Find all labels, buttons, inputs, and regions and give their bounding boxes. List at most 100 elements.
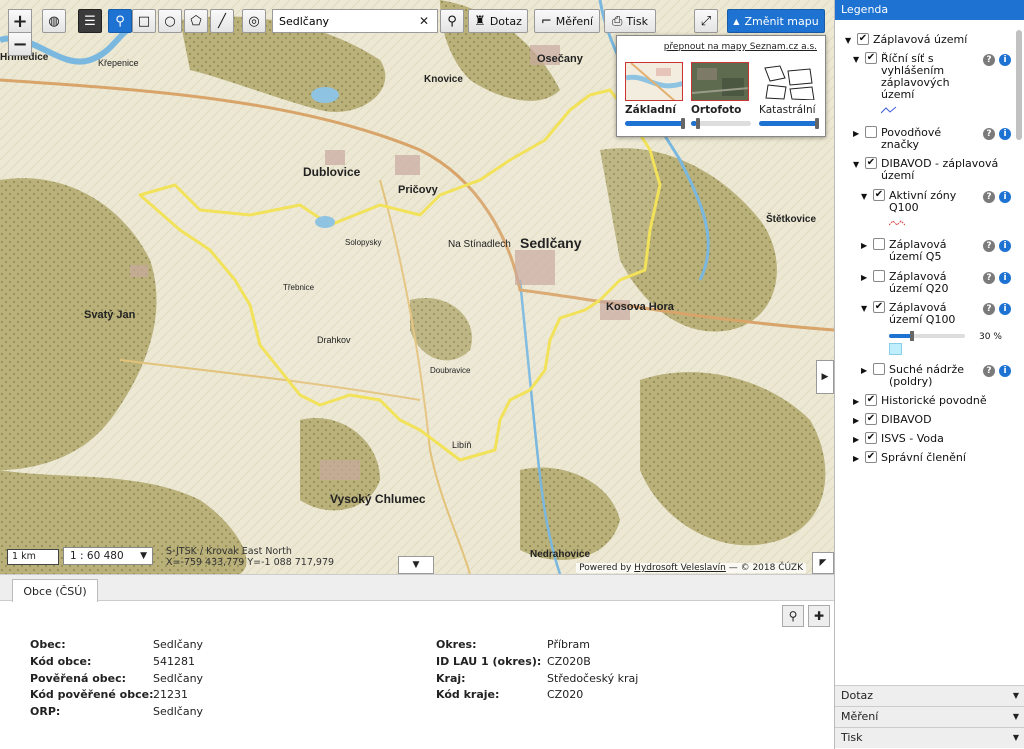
attr-value: 21231	[153, 688, 188, 701]
info-icon[interactable]: i	[999, 240, 1011, 252]
legend-item-spravni-cleneni[interactable]: ▶ ✔ Správní členění	[853, 451, 1018, 465]
layer-checkbox[interactable]: ✔	[865, 157, 877, 169]
clear-search-icon[interactable]: ✕	[417, 14, 431, 28]
basemap-name: Katastrální	[759, 104, 816, 116]
caret-right-icon[interactable]: ▶	[853, 415, 859, 427]
caret-right-icon[interactable]: ▶	[861, 240, 867, 252]
basemap-zakladni[interactable]: Základní	[625, 62, 685, 132]
point-tool-button[interactable]: ⚲	[108, 9, 132, 33]
layer-checkbox[interactable]: ✔	[857, 33, 869, 45]
legend-item-ricni-sit[interactable]: ▼ ✔ Říční síť s vyhlášením záplavových ú…	[853, 52, 1018, 116]
rectangle-tool-button[interactable]: □	[132, 9, 156, 33]
info-icon[interactable]: i	[999, 303, 1011, 315]
layer-checkbox[interactable]	[865, 126, 877, 138]
help-icon[interactable]: ?	[983, 54, 995, 66]
legend-item-povodnove-znacky[interactable]: ▶ Povodňové značky ? i	[853, 126, 1018, 152]
switch-map-button[interactable]: ▲ Změnit mapu	[727, 9, 825, 33]
caret-right-icon[interactable]: ▶	[853, 434, 859, 446]
help-icon[interactable]: ?	[983, 191, 995, 203]
basemap-ortofoto[interactable]: Ortofoto	[691, 62, 751, 132]
layer-checkbox[interactable]: ✔	[873, 301, 885, 313]
legend-item-dibavod[interactable]: ▶ ✔ DIBAVOD	[853, 413, 1018, 427]
layer-checkbox[interactable]	[873, 270, 885, 282]
map-view[interactable]: Hřimědice Křepenice Knovice Osečany Dubl…	[0, 0, 834, 574]
accordion-mereni[interactable]: Měření ▼	[835, 706, 1024, 727]
caret-right-icon[interactable]: ▶	[861, 365, 867, 377]
tab-obce[interactable]: Obce (ČSÚ)	[12, 579, 98, 602]
info-icon[interactable]: i	[999, 54, 1011, 66]
circle-tool-button[interactable]: ○	[158, 9, 182, 33]
place-label: Vysoký Chlumec	[330, 492, 426, 506]
zoom-to-feature-button[interactable]: ⚲	[782, 605, 804, 627]
legend-item-zaplavova-q5[interactable]: ▶ Záplavová území Q5 ? i	[861, 238, 1021, 264]
layer-checkbox[interactable]: ✔	[865, 394, 877, 406]
line-tool-button[interactable]: ╱	[210, 9, 234, 33]
legend-item-zaplavova-q20[interactable]: ▶ Záplavová území Q20 ? i	[861, 270, 1021, 296]
layer-checkbox[interactable]: ✔	[865, 52, 877, 64]
layer-checkbox[interactable]: ✔	[865, 432, 877, 444]
help-icon[interactable]: ?	[983, 303, 995, 315]
caret-right-icon[interactable]: ▶	[853, 396, 859, 408]
layer-checkbox[interactable]	[873, 363, 885, 375]
opacity-slider[interactable]	[759, 118, 819, 129]
legend-item-dibavod-zaplavova[interactable]: ▼ ✔ DIBAVOD - záplavová území	[853, 157, 1018, 183]
info-icon[interactable]: i	[999, 272, 1011, 284]
caret-down-icon[interactable]: ▼	[853, 54, 859, 66]
zoom-out-button[interactable]: −	[8, 32, 32, 56]
layers-menu-button[interactable]: ☰	[78, 9, 102, 33]
help-icon[interactable]: ?	[983, 365, 995, 377]
layer-checkbox[interactable]	[873, 238, 885, 250]
caret-right-icon[interactable]: ▶	[861, 272, 867, 284]
caret-down-icon[interactable]: ▼	[853, 159, 859, 171]
legend-item-zaplavova-uzemi[interactable]: ▼ ✔ Záplavová území	[845, 33, 1015, 47]
search-box[interactable]: ✕	[272, 9, 438, 33]
basemap-thumbnail[interactable]	[691, 62, 749, 101]
measure-button[interactable]: ⌐ Měření	[534, 9, 600, 33]
query-button[interactable]: ♜ Dotaz	[468, 9, 528, 33]
print-button[interactable]: ⎙ Tisk	[604, 9, 656, 33]
layer-opacity-slider[interactable]	[889, 331, 965, 341]
attribution: Powered by Hydrosoft Veleslavín — © 2018…	[576, 563, 806, 573]
fullscreen-button[interactable]: ⤢	[694, 9, 718, 33]
legend-item-suche-nadrze[interactable]: ▶ Suché nádrže (poldry) ? i	[861, 363, 1021, 389]
caret-down-icon[interactable]: ▼	[845, 35, 851, 47]
legend-item-isvs-voda[interactable]: ▶ ✔ ISVS - Voda	[853, 432, 1018, 446]
caret-right-icon[interactable]: ▶	[853, 453, 859, 465]
globe-button[interactable]: ◍	[42, 9, 66, 33]
pan-to-feature-button[interactable]: ✚	[808, 605, 830, 627]
expand-legend-button[interactable]: ▶	[816, 360, 834, 394]
caret-down-icon[interactable]: ▼	[861, 191, 867, 203]
scale-select[interactable]: 1 : 60 480 ▼	[63, 547, 153, 565]
opacity-slider[interactable]	[691, 118, 751, 129]
polygon-tool-button[interactable]: ⬠	[184, 9, 208, 33]
basemap-thumbnail[interactable]	[625, 62, 683, 101]
zoom-in-button[interactable]: +	[8, 9, 32, 33]
legend-item-zaplavova-q100[interactable]: ▼ ✔ Záplavová území Q100 ? i 30 %	[861, 301, 1021, 357]
attribution-link[interactable]: Hydrosoft Veleslavín	[634, 563, 726, 573]
help-icon[interactable]: ?	[983, 128, 995, 140]
layer-checkbox[interactable]: ✔	[865, 413, 877, 425]
accordion-dotaz[interactable]: Dotaz ▼	[835, 685, 1024, 706]
legend-item-aktivni-zony-q100[interactable]: ▼ ✔ Aktivní zóny Q100 ? i	[861, 189, 1021, 229]
locate-button[interactable]: ◎	[242, 9, 266, 33]
info-icon[interactable]: i	[999, 128, 1011, 140]
overview-toggle-button[interactable]: ◤	[812, 552, 834, 574]
basemap-thumbnail[interactable]	[759, 62, 817, 101]
expand-bottom-panel-button[interactable]: ▼	[398, 556, 434, 574]
accordion-tisk[interactable]: Tisk ▼	[835, 727, 1024, 748]
search-button[interactable]: ⚲	[440, 9, 464, 33]
attr-key: ID LAU 1 (okres):	[436, 655, 542, 668]
caret-right-icon[interactable]: ▶	[853, 128, 859, 140]
caret-down-icon[interactable]: ▼	[861, 303, 867, 315]
info-icon[interactable]: i	[999, 191, 1011, 203]
help-icon[interactable]: ?	[983, 272, 995, 284]
search-input[interactable]	[279, 14, 417, 28]
opacity-slider[interactable]	[625, 118, 685, 129]
legend-item-historicke-povodne[interactable]: ▶ ✔ Historické povodně	[853, 394, 1018, 408]
seznam-switch-link[interactable]: přepnout na mapy Seznam.cz a.s.	[664, 42, 817, 52]
info-icon[interactable]: i	[999, 365, 1011, 377]
layer-checkbox[interactable]: ✔	[873, 189, 885, 201]
basemap-katastralni[interactable]: Katastrální	[759, 62, 819, 132]
help-icon[interactable]: ?	[983, 240, 995, 252]
layer-checkbox[interactable]: ✔	[865, 451, 877, 463]
